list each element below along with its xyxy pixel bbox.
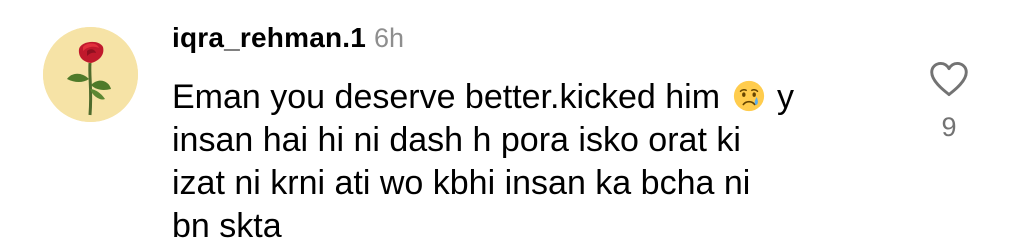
like-section: 9 [925,60,973,143]
avatar[interactable] [43,27,138,122]
comment-line: Eman you deserve better.kicked him y [172,78,794,116]
rose-avatar-icon [43,27,138,122]
heart-outline-icon[interactable] [928,60,970,98]
like-count[interactable]: 9 [925,112,973,143]
comment-line: bn skta [172,207,282,245]
comment-header: iqra_rehman.1 6h [172,22,404,62]
comment-line: insan hai hi ni dash h pora isko orat ki [172,121,741,159]
comment-text: Eman you deserve better.kicked him y ins… [172,76,892,248]
comment-item: iqra_rehman.1 6h Eman you deserve better… [0,0,1024,252]
comment-line: izat ni krni ati wo kbhi insan ka bcha n… [172,164,751,202]
comment-timestamp: 6h [374,23,405,53]
crying-face-emoji-icon [733,80,764,112]
username-link[interactable]: iqra_rehman.1 [172,22,366,54]
